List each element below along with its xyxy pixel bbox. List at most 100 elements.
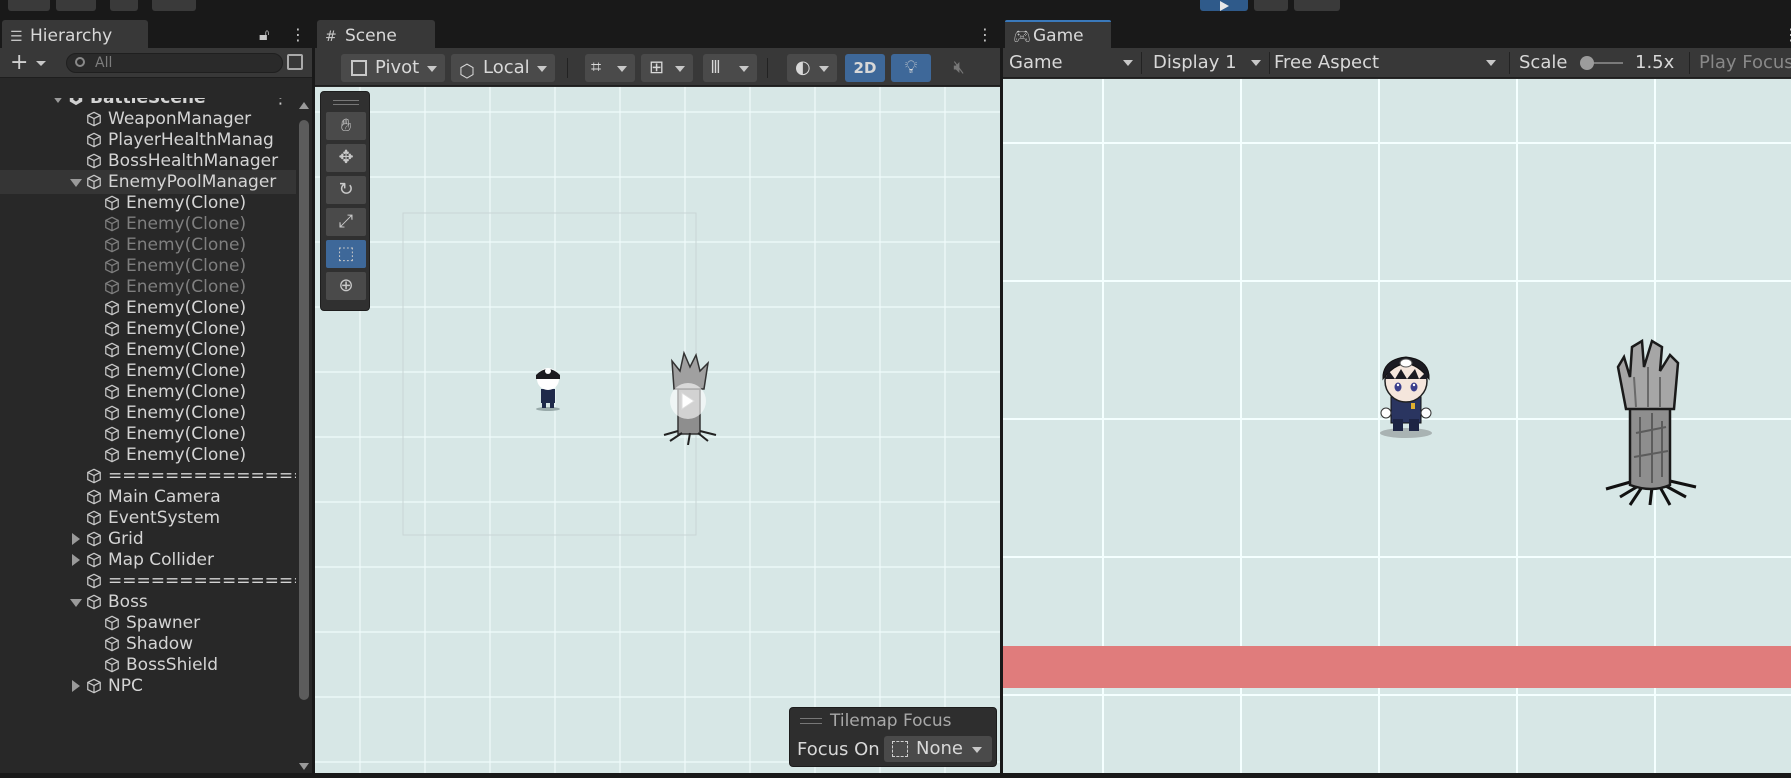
lock-icon[interactable]: 🔓︎ [259, 25, 269, 45]
list-icon: ☰ [10, 29, 23, 45]
tab-game[interactable]: 🎮︎ Game [1005, 20, 1111, 48]
expand-down-icon[interactable] [70, 179, 82, 187]
game-viewport[interactable] [1003, 79, 1791, 773]
expand-down-icon[interactable] [52, 98, 64, 103]
rect-tool-icon: ⬚ [337, 243, 355, 264]
cloud-button[interactable] [110, 0, 138, 11]
gameobject-cube-icon [105, 363, 119, 379]
collab-button[interactable] [152, 0, 196, 11]
expand-right-icon[interactable] [72, 554, 80, 566]
enemy-tree-monster[interactable] [1600, 337, 1700, 507]
hash-icon: # [325, 29, 337, 45]
gameobject-cube-icon [87, 552, 101, 568]
grid-snap-button[interactable]: ⌗ [585, 54, 635, 82]
scene-grid [315, 87, 1000, 773]
2d-mode-toggle[interactable]: 2D [845, 54, 885, 82]
gameobject-cube-icon [105, 636, 119, 652]
hand-tool-button[interactable]: ✋︎ [326, 112, 366, 140]
scale-tool-icon: ⤢ [338, 211, 354, 232]
expand-down-icon[interactable] [70, 599, 82, 607]
gameobject-cube-icon [87, 678, 101, 694]
scene-visibility-icon[interactable] [287, 54, 303, 70]
shading-icon: ◐ [795, 57, 811, 78]
transform-tool-button[interactable]: ⊕ [326, 272, 366, 300]
rotate-tool-icon: ↻ [338, 179, 354, 200]
local-dropdown[interactable]: ⬡ Local [451, 54, 555, 82]
aspect-dropdown[interactable]: Free Aspect [1274, 50, 1500, 76]
hierarchy-item-label: NPC [108, 676, 143, 696]
scene-panel: # Scene ⋮ Pivot ⬡ Local ⌗ ⊞ 𝍫 ◐ 2D 💡︎ 🔇︎… [315, 18, 1000, 773]
hierarchy-tree: BattleScene ⋮ WeaponManager PlayerHealthMan… [0, 98, 296, 774]
scene-viewport[interactable]: ✋︎ ✥ ↻ ⤢ ⬚ ⊕ Tilemap Focus Focus On None [315, 87, 1000, 773]
scale-slider-knob[interactable] [1580, 56, 1594, 70]
gameobject-cube-icon [105, 384, 119, 400]
palette-grip[interactable] [333, 100, 359, 105]
unity-scene-icon [69, 98, 83, 106]
scale-tool-button[interactable]: ⤢ [326, 208, 366, 236]
kebab-menu-icon[interactable]: ⋮ [290, 25, 306, 44]
pivot-dropdown[interactable]: Pivot [341, 54, 445, 82]
move-tool-button[interactable]: ✥ [326, 144, 366, 172]
gameobject-cube-icon [105, 258, 119, 274]
create-plus-icon[interactable]: + [10, 50, 28, 75]
play-focus-dropdown[interactable]: Play Focus [1699, 50, 1791, 76]
grid-visibility-button[interactable]: 𝍫 [703, 54, 757, 82]
player-sprite[interactable] [530, 363, 566, 411]
kebab-menu-icon[interactable]: ⋮ [977, 25, 993, 44]
gameobject-cube-icon [105, 279, 119, 295]
scroll-down-icon[interactable] [299, 763, 309, 770]
game-toolbar: Game Display 1 Free Aspect Scale 1.5x Pl… [1003, 48, 1791, 78]
tab-hierarchy[interactable]: ☰ Hierarchy [2, 20, 148, 48]
gameobject-cube-icon [87, 531, 101, 547]
mute-icon: 🔇︎ [953, 57, 965, 78]
expand-right-icon[interactable] [72, 680, 80, 692]
audio-toggle[interactable]: 🔇︎ [939, 54, 979, 82]
gameobject-cube-icon [105, 615, 119, 631]
rotate-tool-button[interactable]: ↻ [326, 176, 366, 204]
scene-toolbar: Pivot ⬡ Local ⌗ ⊞ 𝍫 ◐ 2D 💡︎ 🔇︎ [315, 48, 1000, 86]
lightbulb-icon: 💡︎ [904, 57, 918, 78]
hierarchy-panel: ☰ Hierarchy 🔓︎ ⋮ + All BattleScene ⋮ Weapon… [0, 18, 312, 774]
tilemap-focus-overlay: Tilemap Focus Focus On None [789, 707, 997, 767]
scroll-up-icon[interactable] [299, 102, 309, 109]
increment-snap-button[interactable]: ⊞ [641, 54, 693, 82]
game-tabstrip: 🎮︎ Game ⋮ [1003, 18, 1791, 48]
boss-health-bar [1003, 646, 1791, 688]
history-button[interactable] [8, 0, 50, 11]
draw-mode-button[interactable]: ◐ [787, 54, 837, 82]
scrollbar-thumb[interactable] [299, 120, 309, 700]
display-dropdown[interactable]: Display 1 [1153, 50, 1265, 76]
expand-right-icon[interactable] [72, 533, 80, 545]
tool-palette: ✋︎ ✥ ↻ ⤢ ⬚ ⊕ [320, 91, 370, 311]
gameobject-cube-icon [105, 300, 119, 316]
gameobject-cube-icon [87, 468, 101, 484]
scene-tabstrip: # Scene ⋮ [315, 18, 1000, 48]
hierarchy-toolbar: + All [0, 48, 312, 78]
hierarchy-item[interactable]: NPC [0, 674, 296, 698]
enemy-sprite[interactable] [660, 349, 720, 445]
rect-tool-button[interactable]: ⬚ [326, 240, 366, 268]
focus-box-icon [892, 741, 908, 757]
pause-button[interactable] [1254, 0, 1288, 11]
step-button[interactable] [1294, 0, 1340, 11]
game-mode-dropdown[interactable]: Game [1009, 50, 1137, 76]
scale-label: Scale [1519, 52, 1568, 73]
overlay-grip[interactable] [800, 718, 822, 724]
lighting-toggle[interactable]: 💡︎ [891, 54, 931, 82]
gameobject-cube-icon [105, 237, 119, 253]
gameobject-cube-icon [87, 573, 101, 589]
gameobject-cube-icon [87, 174, 101, 190]
hierarchy-scrollbar[interactable] [296, 98, 312, 774]
account-button[interactable] [56, 0, 96, 11]
kebab-menu-icon[interactable]: ⋮ [1783, 25, 1791, 44]
focus-on-dropdown[interactable]: None [884, 736, 992, 762]
local-cube-icon: ⬡ [459, 61, 475, 82]
play-button[interactable] [1200, 0, 1248, 11]
transform-tool-icon: ⊕ [338, 275, 354, 296]
gameobject-cube-icon [87, 594, 101, 610]
hierarchy-search-input[interactable]: All [66, 53, 283, 73]
gameobject-cube-icon [105, 342, 119, 358]
player-character[interactable] [1371, 349, 1441, 439]
tab-scene[interactable]: # Scene [317, 20, 435, 48]
create-dropdown-icon[interactable] [36, 61, 46, 66]
